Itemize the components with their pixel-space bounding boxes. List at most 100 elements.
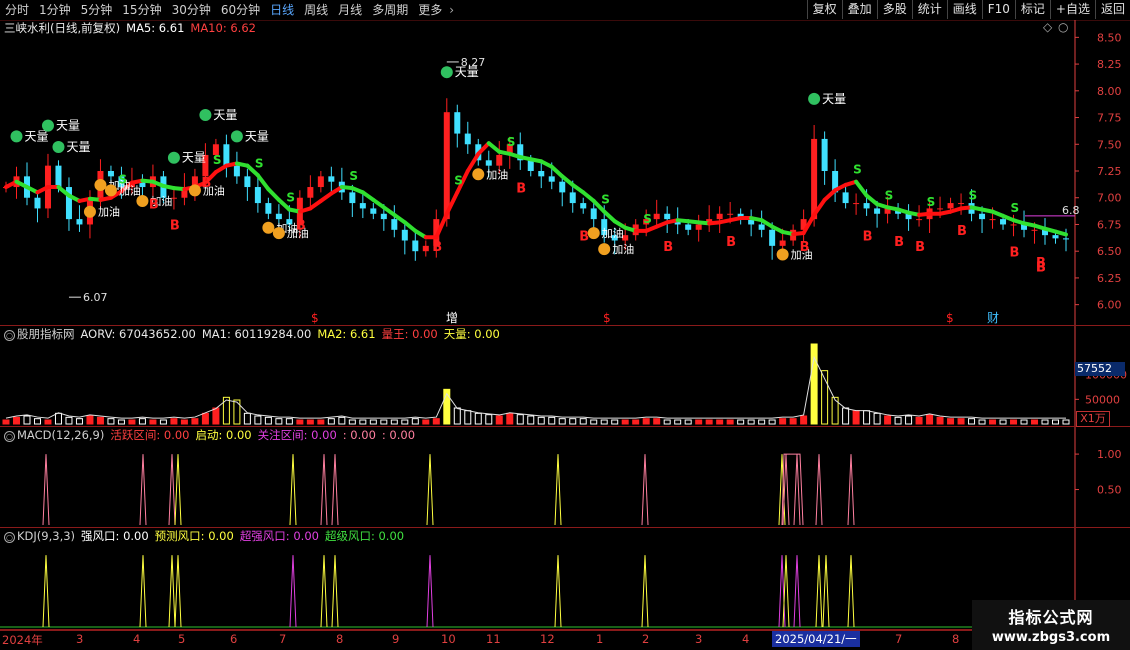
signal-spike — [168, 555, 176, 628]
candle-body — [559, 181, 566, 193]
period-tab[interactable]: 多周期 — [367, 0, 413, 20]
period-tab[interactable]: 1分钟 — [34, 0, 76, 20]
volume-bar — [999, 419, 1007, 425]
candle-body — [1010, 224, 1017, 226]
buy-signal: B — [663, 240, 673, 255]
volume-bar — [590, 419, 598, 425]
candle-body — [76, 219, 83, 225]
period-tab[interactable]: 月线 — [333, 0, 367, 20]
volume-bar — [474, 412, 482, 425]
candle-body — [863, 203, 870, 209]
candle-body — [548, 176, 555, 182]
signal-spike — [139, 454, 147, 526]
date-tick: 8 — [336, 632, 344, 646]
period-tab[interactable]: 日线 — [265, 0, 299, 20]
volume-bar — [705, 419, 713, 425]
buy-signal: B — [201, 176, 211, 191]
candle-body — [727, 213, 734, 215]
tianliang-icon — [808, 92, 821, 105]
date-tick: 12 — [540, 632, 555, 646]
volume-bar — [695, 419, 703, 425]
volume-bar — [947, 418, 955, 425]
volume-bar — [758, 419, 766, 425]
toolbar-button[interactable]: 叠加 — [841, 0, 877, 19]
chevron-right-icon[interactable]: › — [449, 3, 454, 17]
toolbar-button[interactable]: 统计 — [911, 0, 947, 19]
signal-spike — [847, 555, 855, 628]
signal-spike — [320, 454, 328, 526]
volume-bar — [842, 407, 850, 425]
toolbar-button[interactable]: 画线 — [946, 0, 982, 19]
tianliang-label: 天量 — [24, 129, 48, 143]
tianliang-label: 天量 — [245, 129, 269, 143]
watermark: 指标公式网 www.zbgs3.com — [972, 600, 1130, 650]
candle-body — [412, 240, 419, 252]
volume-bar — [159, 419, 167, 425]
period-tab[interactable]: 周线 — [299, 0, 333, 20]
date-tick: 9 — [392, 632, 400, 646]
kdj-chart — [0, 528, 1130, 630]
volume-bar — [128, 419, 136, 425]
y-tick-label: 50000 — [1085, 393, 1120, 406]
period-tab[interactable]: 更多 — [413, 0, 447, 20]
volume-bar — [873, 412, 881, 425]
candle-body — [947, 203, 954, 209]
candle-body — [769, 229, 776, 246]
volume-bar — [359, 419, 367, 425]
candle-body — [496, 154, 503, 166]
period-tab[interactable]: 30分钟 — [167, 0, 216, 20]
volume-bar — [747, 419, 755, 425]
period-tab[interactable]: 分时 — [0, 0, 34, 20]
toolbar-button[interactable]: 复权 — [806, 0, 842, 19]
volume-bar — [611, 419, 619, 425]
candle-body — [349, 192, 356, 204]
toolbar-button[interactable]: 标记 — [1014, 0, 1050, 19]
jiayou-icon — [598, 243, 611, 256]
candle-body — [307, 187, 314, 198]
ma-trend-segment — [549, 164, 565, 179]
jiayou-label: 加油 — [486, 167, 508, 181]
signal-spike — [168, 454, 176, 526]
volume-bar — [527, 415, 535, 425]
y-tick-label: 6.75 — [1097, 218, 1122, 231]
y-tick-label: 7.25 — [1097, 165, 1122, 178]
cursor-date: 2025/04/21/一 — [772, 631, 860, 647]
volume-bar — [201, 412, 209, 425]
volume-bar — [915, 416, 923, 425]
volume-bar — [579, 418, 587, 425]
volume-bar — [306, 419, 314, 425]
volume-bar — [390, 419, 398, 425]
volume-bar — [180, 419, 188, 425]
volume-bar — [453, 407, 461, 425]
candle-body — [842, 192, 849, 204]
volume-bar — [1010, 419, 1018, 425]
volume-bar — [369, 419, 377, 425]
date-axis: 2024年345678910111212346782025/04/21/一 — [0, 630, 1075, 647]
volume-bar — [495, 415, 503, 425]
period-tab[interactable]: 15分钟 — [117, 0, 166, 20]
volume-bar — [12, 416, 20, 425]
volume-current-value: 57552 — [1075, 362, 1125, 376]
volume-bar — [212, 407, 220, 425]
volume-bar — [978, 419, 986, 425]
date-tick: 7 — [895, 632, 903, 646]
y-tick-label: 1.00 — [1097, 448, 1122, 461]
y-tick-label: 8.25 — [1097, 58, 1122, 71]
volume-bar — [138, 418, 146, 425]
toolbar-button[interactable]: 多股 — [876, 0, 912, 19]
candle-body — [779, 240, 786, 246]
volume-unit[interactable]: X1万 — [1076, 411, 1110, 427]
volume-bar — [275, 418, 283, 425]
candle-body — [811, 138, 818, 220]
volume-bar — [968, 418, 976, 425]
volume-bar — [327, 418, 335, 425]
volume-bar — [779, 418, 787, 425]
volume-bar — [684, 419, 692, 425]
period-tab[interactable]: 60分钟 — [216, 0, 265, 20]
signal-spike — [554, 454, 562, 526]
period-tab[interactable]: 5分钟 — [76, 0, 118, 20]
toolbar-button[interactable]: 返回 — [1094, 0, 1130, 19]
toolbar-button[interactable]: +自选 — [1049, 0, 1095, 19]
tianliang-label: 天量 — [213, 108, 237, 122]
toolbar-button[interactable]: F10 — [981, 0, 1015, 19]
